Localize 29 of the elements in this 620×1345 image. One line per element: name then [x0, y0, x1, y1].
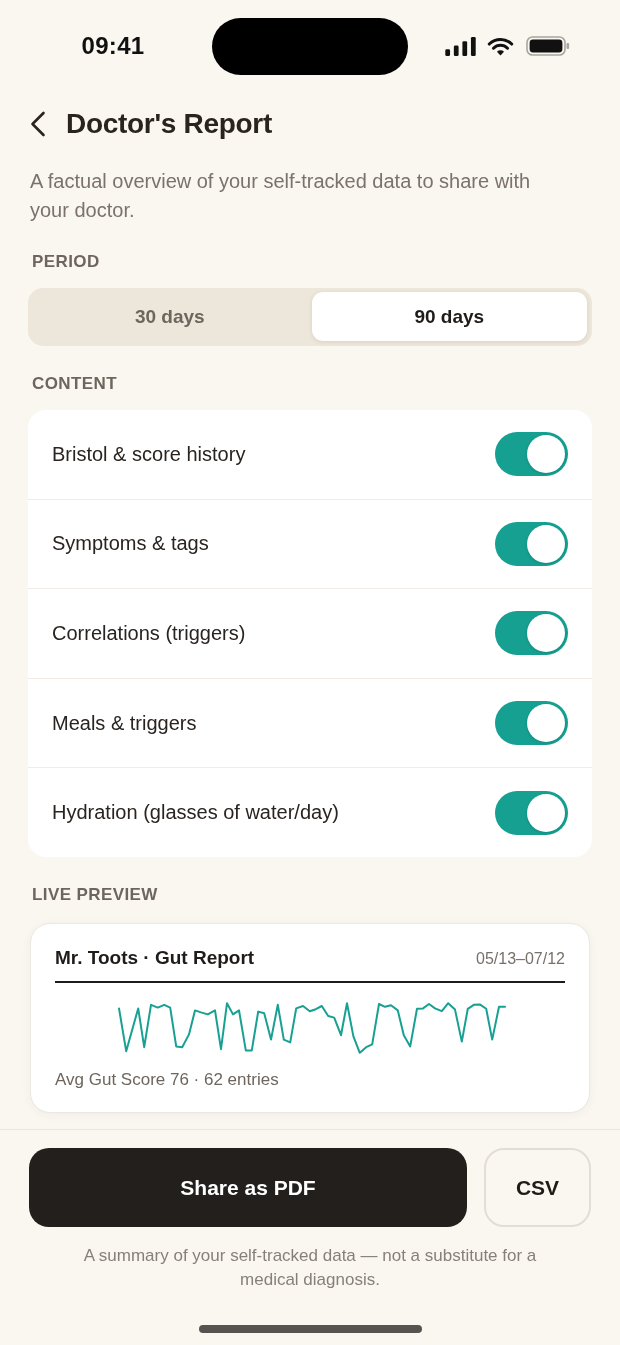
- section-heading: CONTENT: [32, 374, 118, 394]
- page-title: Doctor's Report: [66, 108, 272, 140]
- option-label: Meals & triggers: [52, 711, 197, 735]
- back-button[interactable]: [28, 109, 48, 139]
- wifi-icon: [487, 36, 514, 56]
- toggle-switch[interactable]: [495, 790, 568, 835]
- battery-icon: [526, 36, 570, 56]
- toggle-switch[interactable]: [495, 521, 568, 566]
- toggle-switch[interactable]: [495, 432, 568, 477]
- period-tab[interactable]: 90 days: [311, 292, 587, 341]
- option-label: Hydration (glasses of water/day): [52, 801, 339, 825]
- signal-icon: [445, 36, 476, 56]
- report-title: Mr. Toots · Gut Report: [55, 946, 255, 969]
- page-description: A factual overview of your self-tracked data to share with your doctor.: [30, 169, 532, 223]
- section-heading: LIVE PREVIEW: [32, 884, 159, 905]
- disclaimer-text: A summary of your self-tracked data — not a substitute for a medical diagnosis.: [82, 1245, 538, 1291]
- summary-text: Avg Gut Score 76 · 62 entries: [55, 1069, 280, 1090]
- option-label: Correlations (triggers): [52, 622, 246, 645]
- section-heading: PERIOD: [32, 252, 101, 272]
- share-button[interactable]: Share as PDF: [29, 1148, 467, 1227]
- period-tab[interactable]: 30 days: [32, 292, 308, 341]
- date-range: 05/13–07/12: [476, 949, 565, 968]
- status-time: 09:41: [81, 32, 145, 60]
- option-label: Bristol & score history: [52, 442, 246, 466]
- export-button[interactable]: CSV: [484, 1148, 591, 1227]
- toggle-switch[interactable]: [495, 701, 568, 746]
- chevron-left-icon: [30, 111, 46, 137]
- toggle-switch[interactable]: [495, 611, 568, 656]
- option-label: Symptoms & tags: [52, 532, 209, 556]
